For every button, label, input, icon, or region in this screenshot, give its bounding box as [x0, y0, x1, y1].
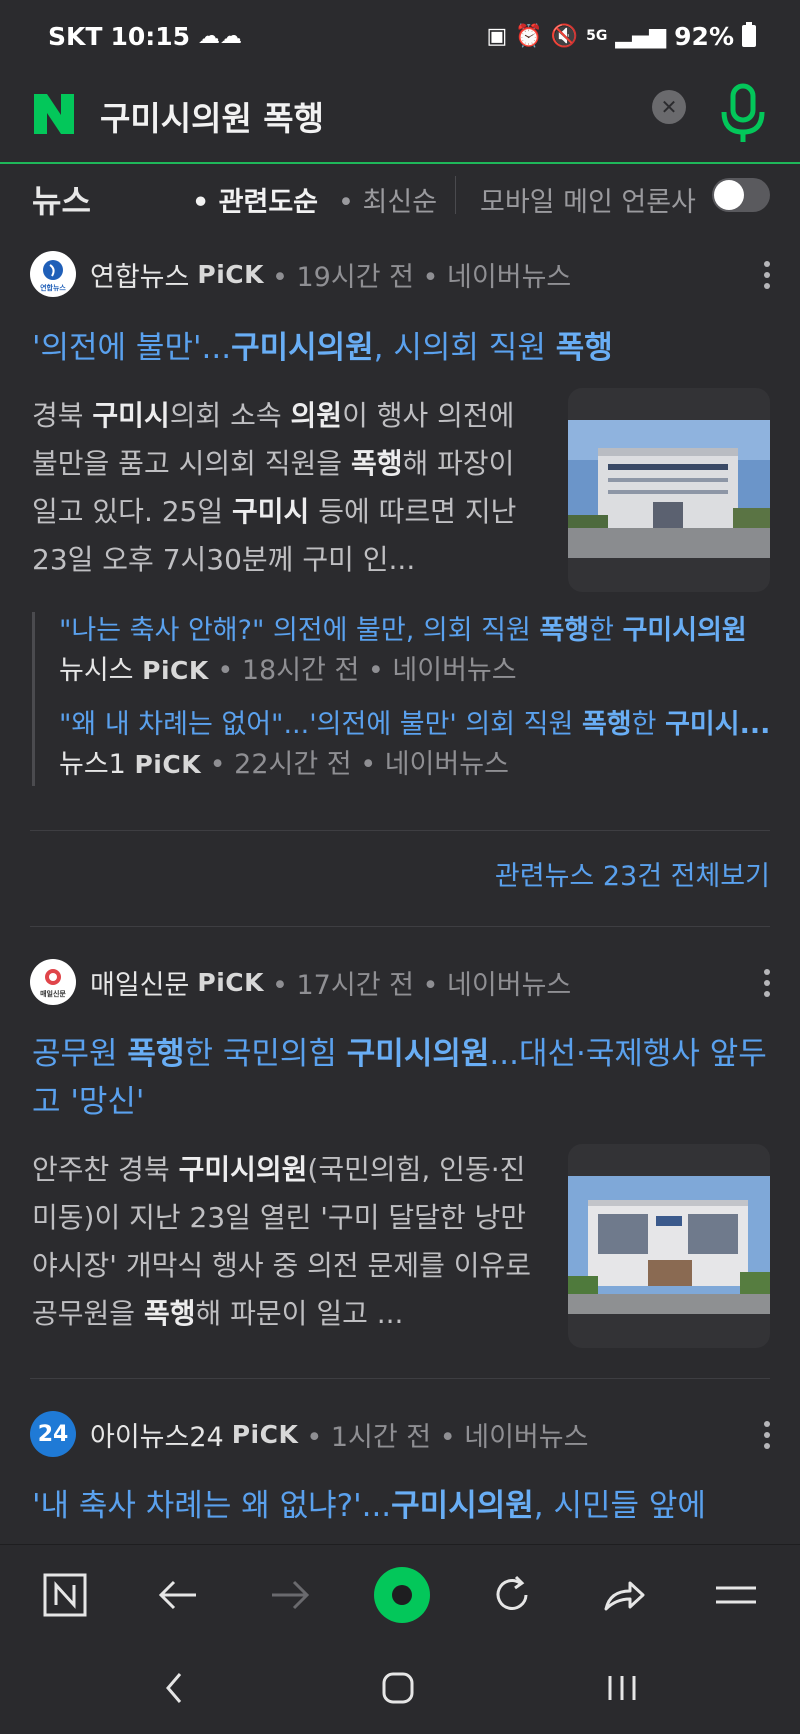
toggle-knob [714, 180, 744, 210]
sort-latest-tab[interactable]: • 최신순 [338, 180, 437, 219]
system-back-icon[interactable] [144, 1662, 204, 1714]
divider [30, 830, 770, 831]
network-type-label: 5G [586, 28, 608, 44]
battery-percent: 92% [674, 21, 734, 51]
press-logo-inews24: 24 [30, 1411, 76, 1457]
system-home-icon[interactable] [368, 1662, 428, 1714]
article-meta: • 1시간 전 • 네이버뉴스 [306, 1421, 589, 1453]
microphone-icon[interactable] [718, 82, 768, 146]
alarm-icon: ⏰ [515, 23, 543, 49]
more-options-icon[interactable] [762, 1418, 772, 1454]
related-news-meta: 뉴스1 PiCK • 22시간 전 • 네이버뉴스 [59, 749, 509, 780]
press-row[interactable]: 매일신문 매일신문 PiCK • 17시간 전 • 네이버뉴스 [30, 958, 571, 1006]
refresh-icon[interactable] [484, 1567, 540, 1623]
svg-text:연합뉴스: 연합뉴스 [40, 283, 66, 292]
status-bar: SKT 10:15 ☁☁ ▣ ⏰ 🔇 5G ▂▄▆ 92% [0, 0, 800, 72]
press-row[interactable]: 연합뉴스 연합뉴스 PiCK • 19시간 전 • 네이버뉴스 [30, 250, 571, 298]
more-options-icon[interactable] [762, 258, 772, 294]
divider [30, 1378, 770, 1379]
page: SKT 10:15 ☁☁ ▣ ⏰ 🔇 5G ▂▄▆ 92% 구미시의원 폭행 ✕… [0, 0, 800, 1734]
mobile-main-press-toggle[interactable] [712, 178, 770, 212]
article-headline[interactable]: 공무원 폭행한 국민의힘 구미시의원...대선·국제행사 앞두고 '망신' [32, 1030, 772, 1126]
mobile-main-press-label: 모바일 메인 언론사 [480, 187, 696, 218]
article-thumbnail[interactable] [568, 388, 770, 592]
share-icon[interactable] [596, 1567, 652, 1623]
pick-badge: PiCK [197, 259, 264, 289]
building-photo-image [568, 1176, 770, 1314]
system-recents-icon[interactable] [592, 1662, 652, 1714]
clear-search-button[interactable]: ✕ [652, 90, 686, 124]
mute-icon: 🔇 [550, 23, 579, 49]
cloud-icon: ☁☁ [198, 23, 243, 49]
search-header: 구미시의원 폭행 ✕ [0, 72, 800, 164]
green-dot-icon[interactable] [372, 1565, 432, 1625]
pick-badge: PiCK [197, 967, 264, 997]
press-logo-yonhap: 연합뉴스 [30, 251, 76, 297]
more-options-icon[interactable] [762, 966, 772, 1002]
signal-icon: ▂▄▆ [615, 23, 667, 49]
article-summary[interactable]: 안주찬 경북 구미시의원(국민의힘, 인동·진미동)이 지난 23일 열린 '구… [32, 1146, 532, 1338]
pick-badge: PiCK [231, 1419, 299, 1449]
tabs-divider [455, 176, 456, 214]
related-news-list: "나는 축사 안해?" 의전에 불만, 의회 직원 폭행한 구미시의원 뉴시스 … [32, 612, 772, 786]
naver-home-icon[interactable] [37, 1567, 93, 1623]
status-right: ▣ ⏰ 🔇 5G ▂▄▆ 92% [487, 22, 756, 51]
article-headline[interactable]: '내 축사 차례는 왜 없냐?'...구미시의원, 시민들 앞에 [32, 1482, 772, 1530]
press-row[interactable]: 24 아이뉴스24 PiCK • 1시간 전 • 네이버뉴스 [30, 1410, 588, 1458]
forward-arrow-icon[interactable] [262, 1567, 318, 1623]
sort-relevance-tab[interactable]: • 관련도순 [192, 180, 318, 219]
article-headline[interactable]: '의전에 불만'...구미시의원, 시의회 직원 폭행 [32, 324, 772, 372]
system-nav-bar [0, 1642, 800, 1734]
related-news-meta: 뉴시스 PiCK • 18시간 전 • 네이버뉴스 [59, 655, 517, 686]
article-thumbnail[interactable] [568, 1144, 770, 1348]
article-meta: • 17시간 전 • 네이버뉴스 [272, 969, 572, 1001]
search-input[interactable]: 구미시의원 폭행 [100, 92, 324, 140]
tab-news[interactable]: 뉴스 [32, 176, 91, 222]
naver-logo-icon[interactable] [30, 90, 78, 138]
related-news-title[interactable]: "왜 내 차례는 없어"...'의전에 불만' 의회 직원 폭행한 구미시... [59, 706, 772, 744]
building-photo-image [568, 420, 770, 558]
yonhap-logo-icon: 연합뉴스 [31, 252, 75, 296]
clock: 10:15 [110, 21, 191, 51]
news-tab-bar: 뉴스 • 관련도순 • 최신순 모바일 메인 언론사 [0, 166, 800, 226]
press-logo-maeil: 매일신문 [30, 959, 76, 1005]
view-all-related-news-link[interactable]: 관련뉴스 23건 전체보기 [495, 854, 770, 893]
status-left: SKT 10:15 ☁☁ [48, 22, 242, 51]
browser-toolbar [0, 1544, 800, 1642]
back-arrow-icon[interactable] [150, 1567, 206, 1623]
press-name[interactable]: 아이뉴스24 [90, 1415, 224, 1454]
press-name[interactable]: 연합뉴스 [90, 255, 189, 294]
menu-icon[interactable] [708, 1567, 764, 1623]
svg-text:매일신문: 매일신문 [40, 989, 66, 998]
battery-icon [742, 22, 756, 47]
divider [30, 926, 770, 927]
related-news-title[interactable]: "나는 축사 안해?" 의전에 불만, 의회 직원 폭행한 구미시의원 [59, 612, 772, 650]
article-meta: • 19시간 전 • 네이버뉴스 [272, 261, 572, 293]
carrier-label: SKT [48, 21, 103, 51]
article-summary[interactable]: 경북 구미시의회 소속 의원이 행사 의전에 불만을 품고 시의회 직원을 폭행… [32, 392, 532, 584]
press-name[interactable]: 매일신문 [90, 963, 189, 1002]
maeil-logo-icon: 매일신문 [31, 960, 75, 1004]
nfc-icon: ▣ [486, 23, 508, 49]
